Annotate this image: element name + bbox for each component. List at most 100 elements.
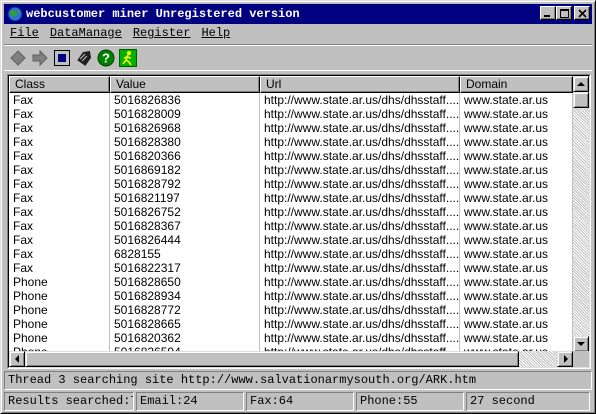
cell-domain: www.state.ar.us — [460, 149, 573, 163]
table-row[interactable]: Fax 5016822317 http://www.state.ar.us/dhs/… — [9, 261, 573, 275]
horizontal-scrollbar[interactable] — [9, 351, 573, 367]
cell-url: http://www.state.ar.us/dhs/dhsstaff.... — [260, 289, 460, 303]
list-header: Class Value Url Domain — [9, 76, 573, 93]
table-row[interactable]: Fax 5016828009 http://www.state.ar.us/dhs/… — [9, 107, 573, 121]
cell-class: Phone — [9, 275, 110, 289]
status-email: Email:24 — [136, 392, 244, 411]
scroll-left-button[interactable] — [9, 351, 25, 367]
table-row[interactable]: Phone 5016828934 http://www.state.ar.us/dh… — [9, 289, 573, 303]
menu-file[interactable]: File — [4, 26, 44, 40]
cell-domain: www.state.ar.us — [460, 191, 573, 205]
scroll-right-button[interactable] — [557, 351, 573, 367]
app-icon[interactable] — [7, 6, 23, 22]
cell-domain: www.state.ar.us — [460, 275, 573, 289]
column-header-value[interactable]: Value — [110, 76, 260, 93]
table-row[interactable]: Phone 5016828650 http://www.state.ar.us/dh… — [9, 275, 573, 289]
cell-domain: www.state.ar.us — [460, 177, 573, 191]
maximize-button[interactable] — [556, 6, 572, 20]
main-window: webcustomer miner Unregistered version F… — [0, 0, 596, 414]
status-bar: Results searched:7 Email:24 Fax:64 Phone… — [4, 392, 592, 411]
cell-class: Fax — [9, 149, 110, 163]
menu-file-label: File — [10, 26, 39, 40]
table-row[interactable]: Fax 5016826968 http://www.state.ar.us/dhs/… — [9, 121, 573, 135]
cell-class: Fax — [9, 93, 110, 107]
column-header-class[interactable]: Class — [9, 76, 110, 93]
table-row[interactable]: Fax 5016826444 http://www.state.ar.us/dhs/… — [9, 233, 573, 247]
window-title: webcustomer miner Unregistered version — [26, 7, 300, 21]
table-row[interactable]: Phone 5016828772 http://www.state.ar.us/dh… — [9, 303, 573, 317]
table-row[interactable]: Fax 5016828367 http://www.state.ar.us/dhs/… — [9, 219, 573, 233]
table-row[interactable]: Fax 5016828380 http://www.state.ar.us/dhs/… — [9, 135, 573, 149]
cell-domain: www.state.ar.us — [460, 247, 573, 261]
minimize-button[interactable] — [540, 6, 556, 20]
cell-url: http://www.state.ar.us/dhs/dhsstaff.... — [260, 93, 460, 107]
cell-url: http://www.state.ar.us/dhs/dhsstaff.... — [260, 191, 460, 205]
cell-url: http://www.state.ar.us/dhs/dhsstaff.... — [260, 121, 460, 135]
menu-register-label: Register — [132, 26, 191, 40]
cell-class: Fax — [9, 191, 110, 205]
table-row[interactable]: Fax 5016826836 http://www.state.ar.us/dhs/… — [9, 93, 573, 107]
list-body: Fax 5016826836 http://www.state.ar.us/dhs/… — [9, 93, 573, 351]
cell-url: http://www.state.ar.us/dhs/dhsstaff.... — [260, 219, 460, 233]
toolbar: ? — [4, 44, 592, 71]
cell-value: 5016821197 — [110, 191, 260, 205]
results-list[interactable]: Class Value Url Domain Fax 5016826836 http… — [7, 74, 591, 369]
forward-button[interactable] — [29, 47, 51, 69]
cell-class: Fax — [9, 177, 110, 191]
cell-class: Fax — [9, 233, 110, 247]
svg-text:?: ? — [102, 50, 110, 65]
scroll-up-button[interactable] — [573, 76, 589, 92]
cell-class: Fax — [9, 261, 110, 275]
table-row[interactable]: Phone 5016828665 http://www.state.ar.us/dh… — [9, 317, 573, 331]
title-bar[interactable]: webcustomer miner Unregistered version — [4, 4, 592, 24]
cell-domain: www.state.ar.us — [460, 331, 573, 345]
cell-value: 5016828792 — [110, 177, 260, 191]
thread-status: Thread 3 searching site http://www.salva… — [4, 371, 592, 390]
cell-url: http://www.state.ar.us/dhs/dhsstaff.... — [260, 275, 460, 289]
cell-domain: www.state.ar.us — [460, 93, 573, 107]
cell-class: Fax — [9, 219, 110, 233]
status-fax: Fax:64 — [246, 392, 354, 411]
cell-value: 5016826752 — [110, 205, 260, 219]
cell-class: Fax — [9, 107, 110, 121]
scroll-down-button[interactable] — [573, 336, 589, 352]
horizontal-scroll-thumb[interactable] — [25, 351, 519, 367]
menu-register[interactable]: Register — [127, 26, 196, 40]
table-row[interactable]: Phone 5016820362 http://www.state.ar.us/dh… — [9, 331, 573, 345]
vertical-scroll-thumb[interactable] — [573, 92, 589, 108]
vertical-scrollbar[interactable] — [573, 76, 589, 352]
cell-url: http://www.state.ar.us/dhs/dhsstaff.... — [260, 303, 460, 317]
help-button[interactable]: ? — [95, 47, 117, 69]
column-header-domain[interactable]: Domain — [460, 76, 573, 93]
cell-class: Fax — [9, 247, 110, 261]
cell-domain: www.state.ar.us — [460, 163, 573, 177]
menu-bar: File DataManage Register Help — [4, 24, 235, 42]
cell-domain: www.state.ar.us — [460, 121, 573, 135]
cell-url: http://www.state.ar.us/dhs/dhsstaff.... — [260, 107, 460, 121]
cell-url: http://www.state.ar.us/dhs/dhsstaff.... — [260, 177, 460, 191]
table-row[interactable]: Fax 5016821197 http://www.state.ar.us/dhs/… — [9, 191, 573, 205]
tag-button[interactable] — [73, 47, 95, 69]
cell-value: 6828155 — [110, 247, 260, 261]
cell-domain: www.state.ar.us — [460, 261, 573, 275]
cell-value: 5016828367 — [110, 219, 260, 233]
table-row[interactable]: Fax 5016828792 http://www.state.ar.us/dhs/… — [9, 177, 573, 191]
cell-value: 5016820362 — [110, 331, 260, 345]
table-row[interactable]: Fax 5016869182 http://www.state.ar.us/dhs/… — [9, 163, 573, 177]
menu-help[interactable]: Help — [195, 26, 235, 40]
status-results: Results searched:7 — [4, 392, 134, 411]
cell-url: http://www.state.ar.us/dhs/dhsstaff.... — [260, 205, 460, 219]
table-row[interactable]: Fax 5016820366 http://www.state.ar.us/dhs/… — [9, 149, 573, 163]
cell-value: 5016828380 — [110, 135, 260, 149]
cell-value: 5016826444 — [110, 233, 260, 247]
run-button[interactable] — [117, 47, 139, 69]
table-row[interactable]: Fax 6828155 http://www.state.ar.us/dhs/dhs… — [9, 247, 573, 261]
menu-datamanage[interactable]: DataManage — [44, 26, 127, 40]
cell-value: 5016826836 — [110, 93, 260, 107]
table-row[interactable]: Fax 5016826752 http://www.state.ar.us/dhs/… — [9, 205, 573, 219]
stop-button[interactable] — [51, 47, 73, 69]
close-button[interactable] — [574, 6, 590, 20]
column-header-url[interactable]: Url — [260, 76, 460, 93]
scroll-corner — [573, 351, 589, 367]
back-button[interactable] — [7, 47, 29, 69]
